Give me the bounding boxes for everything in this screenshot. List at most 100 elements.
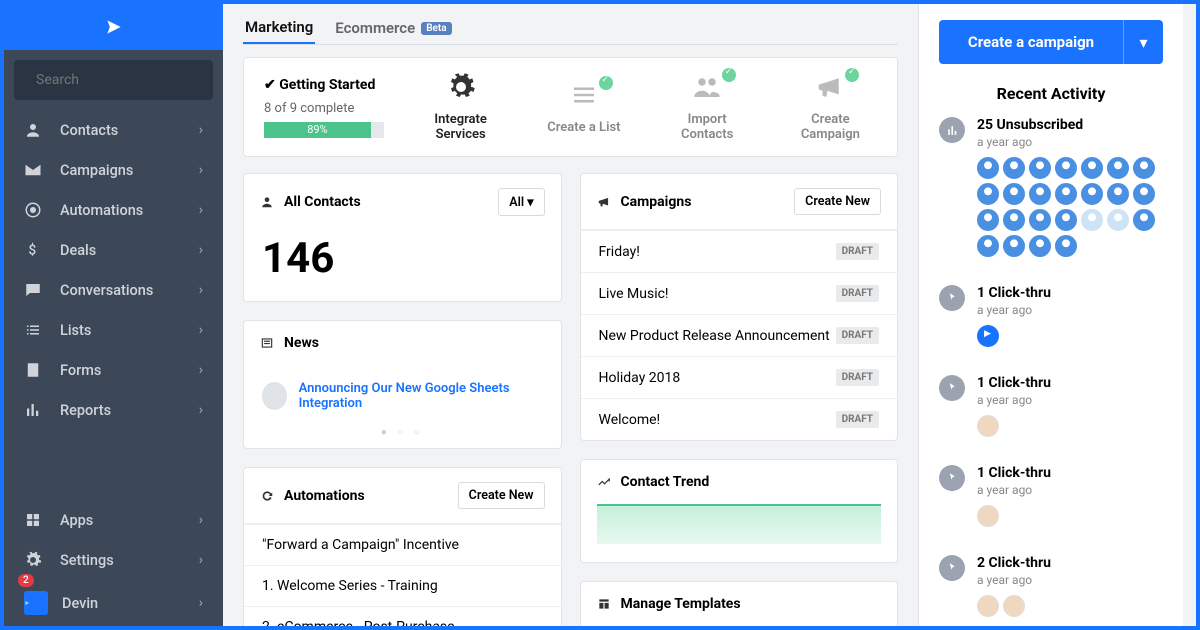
activity-item[interactable]: 1 Click-thru a year ago	[939, 375, 1163, 437]
nav-label: Settings	[60, 552, 114, 569]
step-list[interactable]: Create a List	[537, 80, 630, 135]
automation-row[interactable]: 2. eCommerce - Post-Purchase	[244, 606, 561, 626]
card-title: Campaigns	[621, 194, 692, 210]
activity-item[interactable]: 25 Unsubscribed a year ago	[939, 117, 1163, 257]
sidebar-item-contacts[interactable]: Contacts ›	[4, 110, 223, 150]
activity-item[interactable]: 2 Click-thru a year ago	[939, 555, 1163, 617]
sidebar-item-lists[interactable]: Lists ›	[4, 310, 223, 350]
sidebar-item-reports[interactable]: Reports ›	[4, 390, 223, 430]
card-title: Automations	[284, 488, 365, 504]
chart-icon	[24, 401, 42, 419]
create-dropdown[interactable]: ▾	[1123, 20, 1163, 64]
mail-icon	[24, 161, 42, 179]
activity-item[interactable]: 1 Click-thru a year ago	[939, 465, 1163, 527]
recent-activity-title: Recent Activity	[939, 84, 1163, 103]
people-icon	[692, 72, 722, 102]
nav-label: Forms	[60, 362, 101, 379]
news-link[interactable]: Announcing Our New Google Sheets Integra…	[299, 381, 543, 411]
campaign-row[interactable]: Friday!DRAFT	[581, 230, 898, 272]
activity-title: 2 Click-thru	[977, 555, 1163, 571]
trend-icon	[597, 475, 611, 489]
activity-title: 1 Click-thru	[977, 375, 1163, 391]
search-input[interactable]	[36, 72, 214, 88]
step-import[interactable]: Import Contacts	[661, 72, 754, 142]
news-card: News Announcing Our New Google Sheets In…	[243, 320, 562, 449]
automation-row[interactable]: "Forward a Campaign" Incentive	[244, 524, 561, 565]
campaign-row[interactable]: Live Music!DRAFT	[581, 272, 898, 314]
list-icon	[569, 80, 599, 110]
activity-title: 1 Click-thru	[977, 465, 1163, 481]
campaigns-card: Campaigns Create New Friday!DRAFT Live M…	[580, 173, 899, 441]
user-avatar	[1003, 595, 1025, 617]
sidebar-item-campaigns[interactable]: Campaigns ›	[4, 150, 223, 190]
sidebar-item-apps[interactable]: Apps ›	[4, 500, 223, 540]
sidebar: Contacts › Campaigns › Automations › $ D…	[4, 4, 223, 626]
chevron-right-icon: ›	[199, 122, 203, 138]
automations-card: Automations Create New "Forward a Campai…	[243, 467, 562, 626]
step-label: Create Campaign	[784, 112, 877, 142]
check-icon	[722, 68, 736, 82]
sidebar-item-settings[interactable]: Settings ›	[4, 540, 223, 580]
step-label: Import Contacts	[661, 112, 754, 142]
campaign-row[interactable]: Welcome!DRAFT	[581, 398, 898, 440]
click-icon	[939, 285, 965, 311]
sidebar-item-conversations[interactable]: Conversations ›	[4, 270, 223, 310]
sidebar-item-user[interactable]: 2 Devin ›	[4, 580, 223, 626]
target-icon	[24, 201, 42, 219]
tab-marketing[interactable]: Marketing	[243, 12, 315, 44]
gear-icon	[446, 72, 476, 102]
sidebar-item-forms[interactable]: Forms ›	[4, 350, 223, 390]
campaign-row[interactable]: Holiday 2018DRAFT	[581, 356, 898, 398]
activity-title: 1 Click-thru	[977, 285, 1163, 301]
chevron-down-icon: ▾	[527, 195, 533, 210]
app-logo[interactable]	[4, 4, 223, 50]
activity-time: a year ago	[977, 393, 1163, 407]
activity-time: a year ago	[977, 303, 1163, 317]
getting-started-card: Getting Started 8 of 9 complete 89% Inte…	[243, 57, 898, 157]
author-avatar	[262, 382, 287, 410]
gs-progress: Getting Started 8 of 9 complete 89%	[264, 77, 384, 138]
dollar-icon: $	[24, 241, 42, 259]
chevron-right-icon: ›	[199, 595, 203, 611]
activity-title: 25 Unsubscribed	[977, 117, 1163, 133]
chevron-right-icon: ›	[199, 162, 203, 178]
create-automation-button[interactable]: Create New	[458, 482, 545, 509]
status-badge: DRAFT	[836, 243, 879, 260]
nav-label: Campaigns	[60, 162, 133, 179]
tab-label: Ecommerce	[335, 19, 415, 37]
person-icon	[260, 195, 274, 209]
card-title: News	[284, 335, 319, 351]
step-campaign[interactable]: Create Campaign	[784, 72, 877, 142]
pagination-dots[interactable]: ● ○ ○	[244, 427, 561, 448]
status-badge: DRAFT	[836, 369, 879, 386]
card-title: Contact Trend	[621, 474, 710, 490]
click-icon	[939, 555, 965, 581]
right-rail: Create a campaign ▾ Recent Activity 25 U…	[918, 4, 1183, 626]
check-icon	[599, 76, 613, 90]
sidebar-item-automations[interactable]: Automations ›	[4, 190, 223, 230]
sidebar-item-deals[interactable]: $ Deals ›	[4, 230, 223, 270]
contacts-card: All Contacts All ▾ 146	[243, 173, 562, 302]
chat-icon	[24, 281, 42, 299]
chevron-right-icon: ›	[199, 202, 203, 218]
contacts-count: 146	[244, 230, 561, 301]
step-label: Integrate Services	[414, 112, 507, 142]
search-input-wrap[interactable]	[14, 60, 213, 100]
tab-ecommerce[interactable]: Ecommerce Beta	[333, 12, 453, 44]
user-avatar	[977, 505, 999, 527]
step-integrate[interactable]: Integrate Services	[414, 72, 507, 142]
card-title: Manage Templates	[621, 596, 741, 612]
nav-label: Apps	[60, 512, 93, 529]
news-icon	[260, 336, 274, 350]
activity-item[interactable]: 1 Click-thru a year ago	[939, 285, 1163, 347]
create-campaign-button[interactable]: Create New	[794, 188, 881, 215]
automation-row[interactable]: 1. Welcome Series - Training	[244, 565, 561, 606]
gs-subtitle: 8 of 9 complete	[264, 101, 384, 116]
nav-label: Deals	[60, 242, 96, 259]
create-campaign-button[interactable]: Create a campaign	[939, 20, 1123, 64]
progress-bar: 89%	[264, 122, 384, 138]
contacts-icon	[24, 121, 42, 139]
svg-text:$: $	[29, 243, 37, 259]
filter-select[interactable]: All ▾	[498, 188, 544, 216]
campaign-row[interactable]: New Product Release AnnouncementDRAFT	[581, 314, 898, 356]
